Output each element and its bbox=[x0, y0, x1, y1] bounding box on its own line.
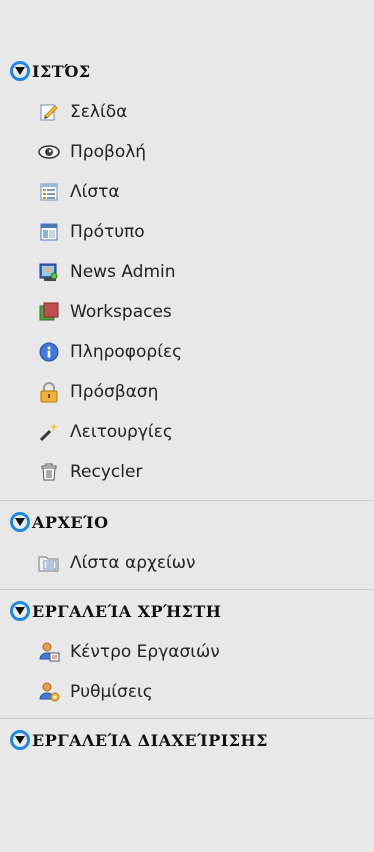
section-title: ΙΣΤΌΣ bbox=[32, 61, 91, 81]
menu-item-label: Recycler bbox=[70, 462, 143, 482]
section-header-file[interactable]: ΑΡΧΕΊΟ bbox=[0, 501, 374, 543]
eye-icon bbox=[38, 141, 60, 163]
menu-item-label: Workspaces bbox=[70, 302, 172, 322]
list-icon bbox=[38, 181, 60, 203]
menu-item-task-center[interactable]: Κέντρο Εργασιών bbox=[0, 632, 374, 672]
menu-item-label: Πρόσβαση bbox=[70, 382, 159, 402]
file-list-icon bbox=[38, 552, 60, 574]
menu-item-label: Λίστα bbox=[70, 182, 120, 202]
info-icon bbox=[38, 341, 60, 363]
section-title: ΕΡΓΑΛΕΊΑ ΔΙΑΧΕΊΡΙΣΗΣ bbox=[32, 730, 268, 750]
menu-item-recycler[interactable]: Recycler bbox=[0, 452, 374, 492]
news-admin-icon bbox=[38, 261, 60, 283]
section-items: Λίστα αρχείων bbox=[0, 543, 374, 589]
section-items: Κέντρο Εργασιών Ρυθμίσεις bbox=[0, 632, 374, 718]
page-edit-icon bbox=[38, 101, 60, 123]
module-menu: ΙΣΤΌΣ Σελίδα Προβολή Λίστα Πρότυπο News … bbox=[0, 0, 374, 852]
workspaces-icon bbox=[38, 301, 60, 323]
collapse-toggle-icon[interactable] bbox=[10, 512, 30, 532]
task-center-icon bbox=[38, 641, 60, 663]
menu-item-workspaces[interactable]: Workspaces bbox=[0, 292, 374, 332]
section-title: ΑΡΧΕΊΟ bbox=[32, 512, 109, 532]
template-icon bbox=[38, 221, 60, 243]
collapse-toggle-icon[interactable] bbox=[10, 730, 30, 750]
menu-item-label: Λειτουργίες bbox=[70, 422, 173, 442]
section-title: ΕΡΓΑΛΕΊΑ ΧΡΉΣΤΗ bbox=[32, 601, 222, 621]
magic-wand-icon bbox=[38, 421, 60, 443]
section-header-web[interactable]: ΙΣΤΌΣ bbox=[0, 50, 374, 92]
menu-item-info[interactable]: Πληροφορίες bbox=[0, 332, 374, 372]
menu-item-page[interactable]: Σελίδα bbox=[0, 92, 374, 132]
section-items: Σελίδα Προβολή Λίστα Πρότυπο News Admin … bbox=[0, 92, 374, 500]
menu-item-view[interactable]: Προβολή bbox=[0, 132, 374, 172]
menu-item-label: Προβολή bbox=[70, 142, 147, 162]
menu-item-file-list[interactable]: Λίστα αρχείων bbox=[0, 543, 374, 583]
section-header-user-tools[interactable]: ΕΡΓΑΛΕΊΑ ΧΡΉΣΤΗ bbox=[0, 590, 374, 632]
menu-item-label: Σελίδα bbox=[70, 102, 128, 122]
trash-icon bbox=[38, 461, 60, 483]
lock-icon bbox=[38, 381, 60, 403]
menu-item-news-admin[interactable]: News Admin bbox=[0, 252, 374, 292]
menu-item-label: News Admin bbox=[70, 262, 176, 282]
menu-item-label: Κέντρο Εργασιών bbox=[70, 642, 220, 662]
section-user-tools: ΕΡΓΑΛΕΊΑ ΧΡΉΣΤΗ Κέντρο Εργασιών Ρυθμίσει… bbox=[0, 589, 374, 718]
menu-item-label: Λίστα αρχείων bbox=[70, 553, 196, 573]
section-header-admin-tools[interactable]: ΕΡΓΑΛΕΊΑ ΔΙΑΧΕΊΡΙΣΗΣ bbox=[0, 719, 374, 761]
menu-item-label: Πληροφορίες bbox=[70, 342, 183, 362]
user-settings-icon bbox=[38, 681, 60, 703]
collapse-toggle-icon[interactable] bbox=[10, 601, 30, 621]
menu-item-label: Ρυθμίσεις bbox=[70, 682, 153, 702]
menu-item-user-settings[interactable]: Ρυθμίσεις bbox=[0, 672, 374, 712]
menu-item-functions[interactable]: Λειτουργίες bbox=[0, 412, 374, 452]
section-web: ΙΣΤΌΣ Σελίδα Προβολή Λίστα Πρότυπο News … bbox=[0, 50, 374, 500]
collapse-toggle-icon[interactable] bbox=[10, 61, 30, 81]
section-file: ΑΡΧΕΊΟ Λίστα αρχείων bbox=[0, 500, 374, 589]
menu-item-label: Πρότυπο bbox=[70, 222, 145, 242]
menu-item-template[interactable]: Πρότυπο bbox=[0, 212, 374, 252]
section-admin-tools: ΕΡΓΑΛΕΊΑ ΔΙΑΧΕΊΡΙΣΗΣ bbox=[0, 718, 374, 761]
menu-item-access[interactable]: Πρόσβαση bbox=[0, 372, 374, 412]
menu-item-list[interactable]: Λίστα bbox=[0, 172, 374, 212]
